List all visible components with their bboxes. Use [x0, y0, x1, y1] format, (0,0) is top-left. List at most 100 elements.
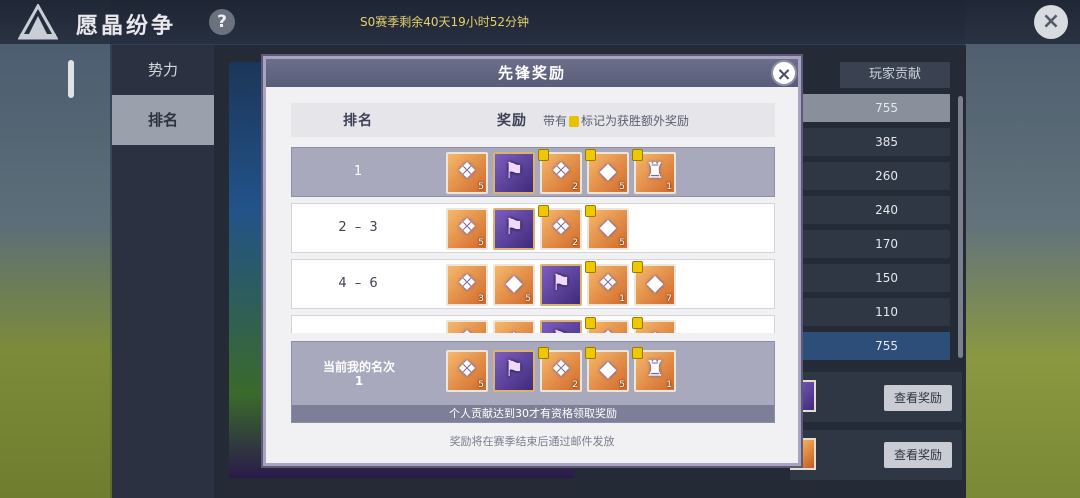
crystal-drops-icon[interactable]: ❖ 5: [446, 350, 488, 392]
column-header-rank: 排名: [343, 113, 373, 129]
purple-banner-icon[interactable]: ⚑: [493, 152, 535, 194]
extra-badge-icon: [632, 347, 643, 359]
purple-banner-glyph: ⚑: [504, 357, 524, 382]
item-quantity: 5: [478, 238, 484, 248]
crystal-drops-icon[interactable]: ❖ 2: [538, 149, 582, 194]
item-quantity: 3: [478, 294, 484, 304]
extra-badge-icon: [585, 347, 596, 359]
trophy-chest-icon[interactable]: ♜ 1: [632, 149, 676, 194]
item-quantity: 5: [525, 294, 531, 304]
tab-faction[interactable]: 势力: [112, 45, 214, 95]
crystal-drops-icon[interactable]: ❖ 2: [538, 347, 582, 392]
crystal-drop-icon[interactable]: ◆ 5: [585, 205, 629, 250]
contribution-row: 110: [800, 298, 950, 326]
reward-items: ❖ 5 ⚑ ❖ 2 ◆ 5 ♜ 1: [446, 347, 681, 392]
background-scene-left: [0, 0, 110, 498]
my-rank-label: 当前我的名次: [322, 360, 395, 374]
extra-badge-icon: [632, 317, 643, 329]
purple-banner-icon[interactable]: ⚑: [540, 320, 582, 333]
crystal-drops-glyph: ❖: [448, 322, 486, 333]
crystal-drops-icon[interactable]: ❖ 1: [585, 261, 629, 306]
reward-items: ❖ 5 ⚑ ❖ 2 ◆ 5 ♜ 1: [446, 149, 681, 194]
item-quantity: 2: [572, 238, 578, 248]
extra-badge-icon: [569, 116, 580, 127]
crystal-drops-icon[interactable]: ❖ 3: [446, 264, 488, 306]
contribution-row: 240: [800, 196, 950, 224]
crystal-drop-icon[interactable]: ◆: [632, 317, 676, 333]
crystal-drop-icon[interactable]: ◆ 7: [632, 261, 676, 306]
extra-badge-icon: [585, 205, 596, 217]
dialog-header: 先锋奖励 ×: [266, 59, 798, 87]
item-quantity: 2: [572, 182, 578, 192]
trophy-chest-icon[interactable]: ♜ 1: [632, 347, 676, 392]
close-icon[interactable]: ×: [1034, 5, 1068, 39]
column-header-reward: 奖励: [497, 113, 527, 129]
close-icon[interactable]: ×: [771, 60, 797, 86]
reward-items: ❖ 3 ◆ 5 ⚑ ❖ 1 ◆ 7: [446, 261, 681, 306]
contribution-row-self: 755: [800, 332, 950, 360]
purple-banner-icon[interactable]: ⚑: [540, 264, 582, 306]
help-button[interactable]: ?: [209, 9, 235, 35]
rank-cell: [292, 316, 426, 333]
item-quantity: 5: [619, 380, 625, 390]
purple-banner-glyph: ⚑: [551, 271, 571, 296]
extra-reward-note: 带有 标记为获胜额外奖励: [543, 112, 689, 129]
extra-badge-icon: [538, 347, 549, 359]
vanguard-reward-dialog: 先锋奖励 × 排名 奖励 带有 标记为获胜额外奖励 1 ❖ 5 ⚑ ❖ 2 ◆ 5 ♜ 1 2 –…: [263, 56, 801, 466]
purple-banner-icon[interactable]: ⚑: [493, 208, 535, 250]
item-quantity: 5: [619, 238, 625, 248]
my-rank-panel: 当前我的名次 1 ❖ 5 ⚑ ❖ 2 ◆ 5 ♜ 1 个人贡献达到30才有资格领取奖励: [291, 341, 775, 423]
item-quantity: 1: [619, 294, 625, 304]
crystal-drops-icon[interactable]: ❖ 5: [446, 208, 488, 250]
item-quantity: 7: [666, 294, 672, 304]
crystal-drops-icon[interactable]: ❖: [446, 320, 488, 333]
reward-items: ❖◆⚑❖◆: [446, 317, 681, 333]
tab-ranking[interactable]: 排名: [112, 95, 214, 145]
item-quantity: 5: [619, 182, 625, 192]
contribution-header: 玩家贡献: [840, 62, 950, 88]
crystal-drop-glyph: ◆: [495, 322, 533, 333]
extra-badge-icon: [585, 317, 596, 329]
crystal-drops-icon[interactable]: ❖: [585, 317, 629, 333]
table-row: ❖◆⚑❖◆: [291, 315, 775, 333]
crystal-drops-icon[interactable]: ❖ 5: [446, 152, 488, 194]
dialog-title: 先锋奖励: [497, 64, 566, 82]
view-reward-button[interactable]: 查看奖励: [884, 385, 952, 411]
my-rank-value: 1: [354, 374, 364, 388]
table-header: 排名 奖励 带有 标记为获胜额外奖励: [291, 103, 775, 137]
extra-badge-icon: [538, 205, 549, 217]
contribution-row: 170: [800, 230, 950, 258]
faction-logo-icon: [18, 4, 58, 40]
purple-banner-icon[interactable]: ⚑: [493, 350, 535, 392]
crystal-drop-icon[interactable]: ◆ 5: [493, 264, 535, 306]
note-suffix: 标记为获胜额外奖励: [581, 114, 690, 128]
extra-badge-icon: [632, 261, 643, 273]
view-reward-button[interactable]: 查看奖励: [884, 442, 952, 468]
item-quantity: 1: [666, 182, 672, 192]
drawer-handle[interactable]: [68, 60, 74, 98]
note-prefix: 带有: [543, 114, 568, 128]
mail-delivery-note: 奖励将在赛季结束后通过邮件发放: [449, 435, 615, 448]
rank-cell: 1: [353, 164, 365, 179]
table-row: 1 ❖ 5 ⚑ ❖ 2 ◆ 5 ♜ 1: [291, 147, 775, 197]
page-title: 愿晶纷争: [76, 14, 177, 39]
side-tab-bar: 势力 排名: [112, 45, 214, 498]
purple-banner-glyph: ⚑: [504, 159, 524, 184]
extra-badge-icon: [538, 149, 549, 161]
crystal-drops-icon[interactable]: ❖ 2: [538, 205, 582, 250]
reward-table[interactable]: 1 ❖ 5 ⚑ ❖ 2 ◆ 5 ♜ 1 2 – 3 ❖ 5 ⚑ ❖ 2 ◆ 5 4 – 6 ❖ 3 ◆ 5 ⚑ ❖ 1 ◆…: [291, 147, 775, 333]
top-bar: 愿晶纷争 ? S0赛季剩余40天19小时52分钟 ×: [0, 0, 1080, 44]
extra-badge-icon: [585, 261, 596, 273]
scrollbar[interactable]: [958, 96, 963, 358]
crystal-drop-icon[interactable]: ◆ 5: [585, 347, 629, 392]
reward-items: ❖ 5 ⚑ ❖ 2 ◆ 5: [446, 205, 634, 250]
contribution-row: 755: [800, 94, 950, 122]
eligibility-notice: 个人贡献达到30才有资格领取奖励: [292, 405, 774, 422]
contribution-row: 150: [800, 264, 950, 292]
crystal-drop-icon[interactable]: ◆: [493, 320, 535, 333]
table-row: 4 – 6 ❖ 3 ◆ 5 ⚑ ❖ 1 ◆ 7: [291, 259, 775, 309]
background-scene-right: [965, 0, 1080, 498]
crystal-drop-icon[interactable]: ◆ 5: [585, 149, 629, 194]
extra-badge-icon: [585, 149, 596, 161]
purple-banner-glyph: ⚑: [542, 322, 580, 333]
